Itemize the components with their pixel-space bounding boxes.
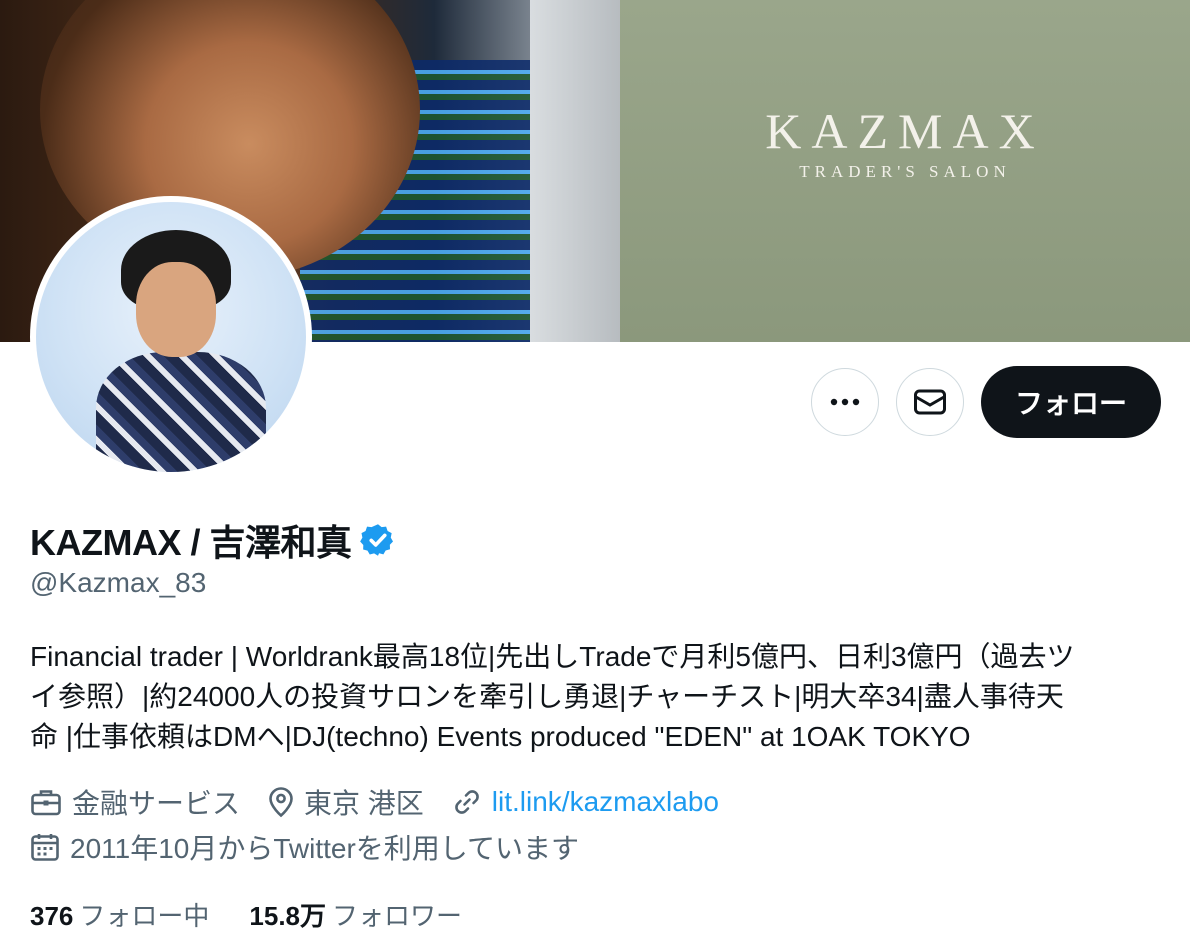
banner-brand-panel: KAZMAX TRADER'S SALON [620, 0, 1190, 342]
category-text: 金融サービス [72, 788, 241, 819]
calendar-icon [31, 834, 59, 861]
bio-line: イ参照）|約24000人の投資サロンを牽引し勇退|チャーチスト|明大卒34|盡人… [30, 681, 1064, 712]
follow-stats: 376 フォロー中 15.8万 フォロワー [30, 896, 502, 933]
followers-count: 15.8万 [249, 901, 327, 931]
website-link[interactable]: lit.link/kazmaxlabo [492, 786, 719, 818]
followers-label: フォロワー [332, 901, 463, 931]
joined-item: 2011年10月からTwitterを利用しています [30, 827, 579, 867]
brand-tagline: TRADER'S SALON [799, 162, 1011, 181]
website-item: lit.link/kazmaxlabo [452, 786, 719, 818]
profile-meta-row: 金融サービス 東京 港区 lit.link/kazmaxlabo [30, 782, 747, 822]
location-pin-icon [269, 787, 293, 818]
more-horizontal-icon [830, 398, 860, 406]
display-name: KAZMAX / 吉澤和真 [30, 522, 352, 563]
following-label: フォロー中 [79, 901, 210, 931]
joined-text: 2011年10月からTwitterを利用しています [70, 833, 579, 864]
location-item: 東京 港区 [268, 782, 424, 822]
briefcase-icon [31, 790, 61, 816]
avatar-shirt [96, 352, 266, 472]
more-button[interactable] [810, 368, 879, 436]
location-text: 東京 港区 [304, 788, 424, 819]
link-icon [454, 790, 479, 814]
profile-actions: フォロー [810, 366, 1161, 438]
brand-logo: KAZMAX TRADER'S SALON [620, 102, 1190, 182]
brand-wordmark: KAZMAX [765, 103, 1045, 159]
bio-line: Financial trader | Worldrank最高18位|先出しTra… [30, 641, 1075, 672]
avatar[interactable] [30, 196, 312, 478]
avatar-photo [36, 202, 306, 472]
name-row: KAZMAX / 吉澤和真 [30, 514, 396, 566]
avatar-face [136, 262, 216, 357]
message-button[interactable] [895, 368, 964, 436]
envelope-icon [913, 389, 946, 415]
user-handle: @Kazmax_83 [30, 567, 207, 598]
profile-joined-row: 2011年10月からTwitterを利用しています [30, 827, 607, 867]
banner-monitor-edge [530, 0, 620, 342]
profile-bio: Financial trader | Worldrank最高18位|先出しTra… [30, 637, 1170, 757]
following-count: 376 [30, 901, 74, 931]
followers-stat[interactable]: 15.8万 フォロワー [249, 896, 462, 933]
bio-line: 命 |仕事依頼はDMへ|DJ(techno) Events produced "… [30, 721, 971, 752]
follow-button[interactable]: フォロー [980, 366, 1161, 438]
verified-badge-icon[interactable] [359, 522, 396, 558]
category-item: 金融サービス [30, 782, 240, 822]
following-stat[interactable]: 376 フォロー中 [30, 896, 209, 933]
